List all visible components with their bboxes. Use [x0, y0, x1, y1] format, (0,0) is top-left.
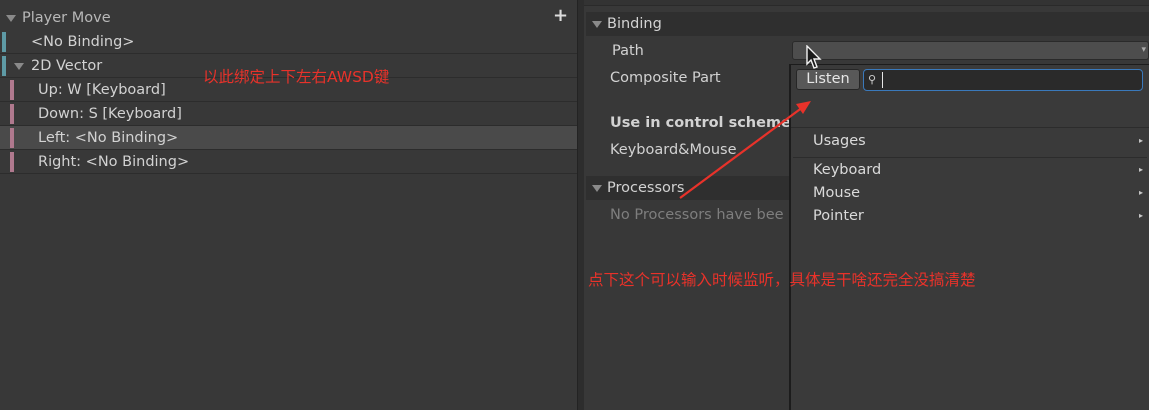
annotation-listen-note: 点下这个可以输入时候监听，具体是干啥还完全没搞清楚 — [588, 271, 976, 289]
annotation-bindings-note: 以此绑定上下左右AWSD键 — [203, 68, 390, 86]
annotation-arrow-icon — [679, 101, 811, 199]
